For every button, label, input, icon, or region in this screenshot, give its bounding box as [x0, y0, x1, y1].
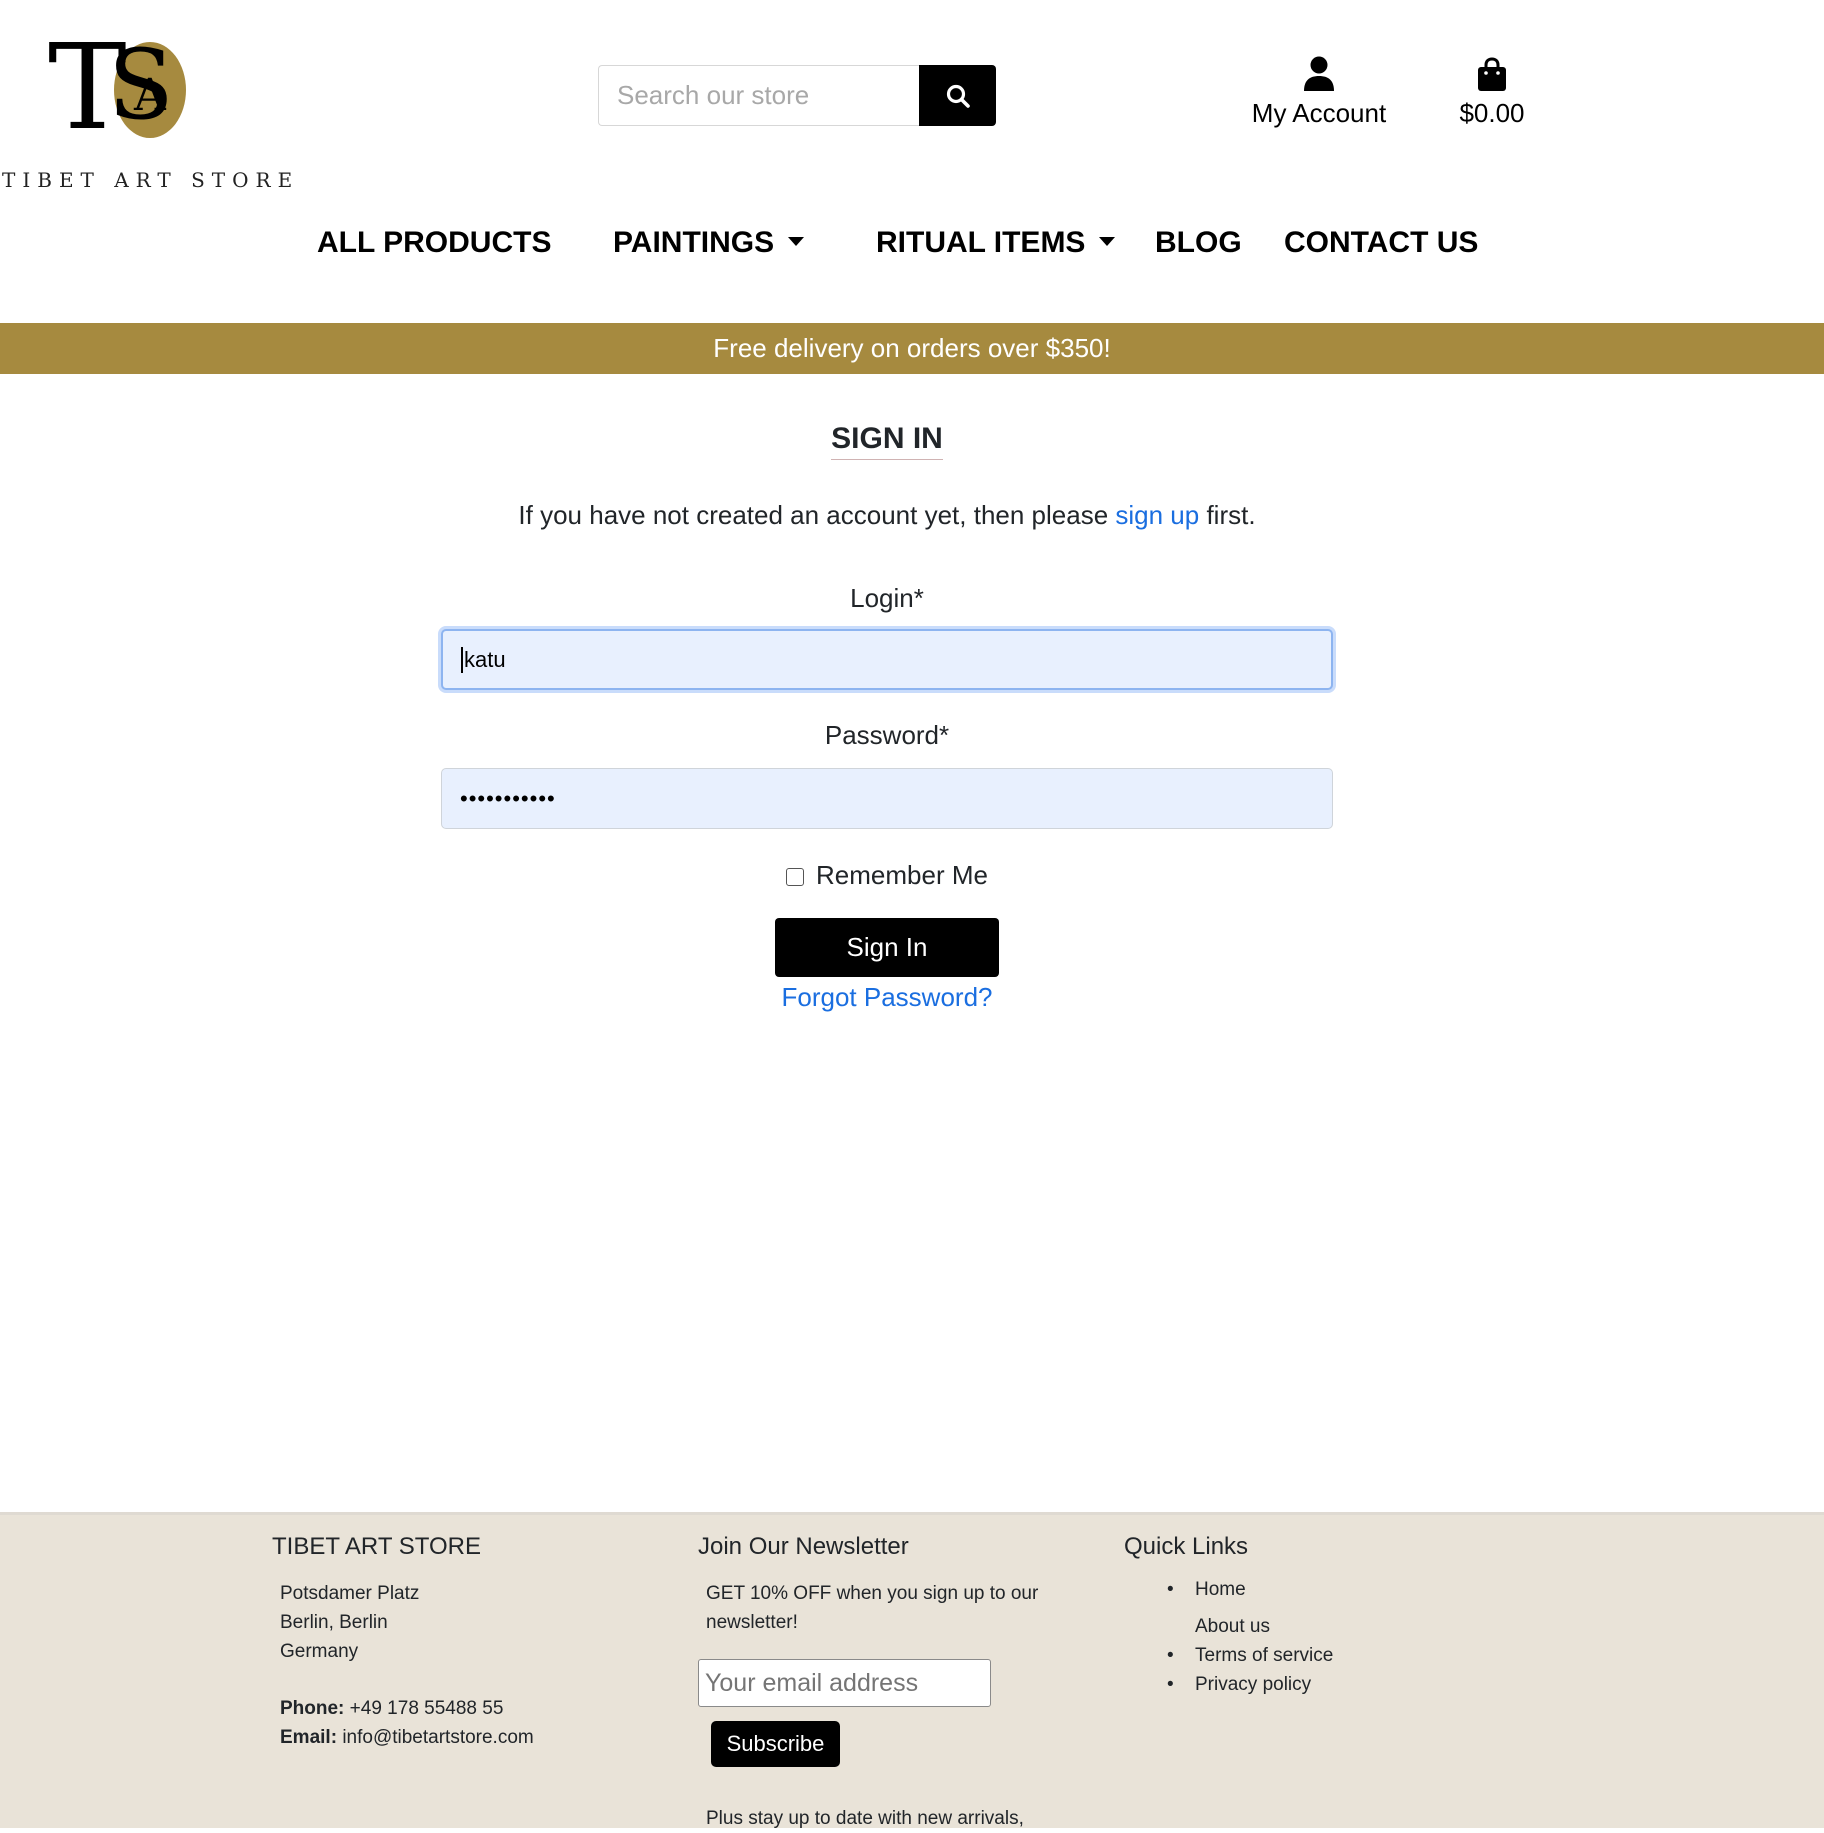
- nav-all-products[interactable]: ALL PRODUCTS: [317, 226, 551, 260]
- search-bar: [598, 65, 996, 126]
- page-title-wrap: SIGN IN: [0, 422, 1774, 460]
- phone-label: Phone:: [280, 1698, 345, 1719]
- svg-text:A: A: [133, 70, 167, 121]
- main-nav: ALL PRODUCTS PAINTINGS RITUAL ITEMS BLOG…: [0, 226, 1824, 266]
- address-line: Germany: [280, 1641, 359, 1662]
- remember-me-label[interactable]: Remember Me: [816, 860, 988, 890]
- phone-value: +49 178 55488 55: [349, 1698, 504, 1719]
- search-icon: [946, 84, 970, 108]
- store-phone: Phone: +49 178 55488 55: [280, 1694, 534, 1723]
- quick-link-label: Terms of service: [1195, 1645, 1334, 1666]
- logo-wordmark: TIBET ART STORE: [2, 168, 300, 192]
- nav-contact-us-label: CONTACT US: [1284, 226, 1479, 259]
- shopping-bag-link[interactable]: $0.00: [1440, 56, 1544, 129]
- subscribe-button[interactable]: Subscribe: [711, 1721, 840, 1767]
- email-value: info@tibetartstore.com: [342, 1727, 534, 1748]
- search-input[interactable]: [598, 65, 919, 126]
- user-icon: [1304, 56, 1334, 91]
- login-label: Login*: [850, 583, 924, 613]
- quick-link-privacy[interactable]: • Privacy policy: [1167, 1670, 1333, 1699]
- newsletter-title: Join Our Newsletter: [698, 1533, 909, 1560]
- cart-total: $0.00: [1459, 98, 1525, 128]
- store-logo[interactable]: T S A TIBET ART STORE: [0, 28, 292, 192]
- page-title: SIGN IN: [831, 422, 943, 460]
- footer-store-title: TIBET ART STORE: [272, 1533, 481, 1560]
- signup-prompt-after: first.: [1199, 500, 1256, 530]
- site-footer: TIBET ART STORE Potsdamer Platz Berlin, …: [0, 1512, 1824, 1829]
- nav-blog[interactable]: BLOG: [1155, 226, 1242, 260]
- quick-links-list: • Home About us • Terms of service • Privac…: [1167, 1575, 1334, 1699]
- quick-links-title: Quick Links: [1124, 1533, 1249, 1560]
- nav-contact-us[interactable]: CONTACT US: [1284, 226, 1478, 260]
- quick-link-label: Privacy policy: [1195, 1674, 1312, 1695]
- delivery-banner: Free delivery on orders over $350!: [0, 323, 1824, 374]
- email-label: Email:: [280, 1727, 338, 1748]
- caret-down-icon: [1099, 237, 1116, 246]
- newsletter-more-text: Plus stay up to date with new arrivals,: [706, 1808, 1024, 1829]
- text-cursor: [461, 646, 463, 673]
- address-line: Potsdamer Platz: [280, 1583, 420, 1604]
- store-email: Email: info@tibetartstore.com: [280, 1723, 534, 1752]
- logo-monogram: T S A: [48, 28, 186, 140]
- password-input[interactable]: •••••••••••: [441, 768, 1333, 829]
- login-input[interactable]: katu: [441, 629, 1333, 690]
- signup-prompt-before: If you have not created an account yet, …: [518, 500, 1116, 530]
- search-button[interactable]: [919, 65, 996, 126]
- login-value: katu: [464, 646, 506, 672]
- password-label: Password*: [824, 720, 950, 750]
- store-address: Potsdamer Platz Berlin, Berlin Germany P…: [280, 1579, 534, 1752]
- quick-link-label: Home: [1195, 1579, 1246, 1600]
- remember-me: Remember Me: [0, 860, 1774, 891]
- caret-down-icon: [788, 237, 805, 246]
- quick-link-home[interactable]: • Home: [1167, 1575, 1333, 1604]
- sign-up-link[interactable]: sign up: [1115, 500, 1199, 530]
- sign-in-button[interactable]: Sign In: [775, 918, 999, 977]
- nav-ritual-items[interactable]: RITUAL ITEMS: [876, 226, 1116, 260]
- nav-paintings-label: PAINTINGS: [613, 226, 775, 259]
- nav-ritual-items-label: RITUAL ITEMS: [876, 226, 1086, 259]
- forgot-password-wrap: Forgot Password?: [0, 982, 1774, 1013]
- remember-me-checkbox[interactable]: [786, 868, 805, 886]
- nav-blog-label: BLOG: [1155, 226, 1242, 259]
- bullet: •: [1167, 1645, 1174, 1666]
- nav-all-products-label: ALL PRODUCTS: [317, 226, 552, 259]
- address-line: Berlin, Berlin: [280, 1612, 388, 1633]
- newsletter-text: GET 10% OFF when you sign up to our news…: [706, 1583, 1039, 1633]
- my-account-link[interactable]: My Account: [1244, 56, 1394, 129]
- my-account-label: My Account: [1251, 98, 1387, 128]
- password-value: •••••••••••: [460, 785, 556, 811]
- newsletter-email-input[interactable]: [698, 1659, 991, 1707]
- shopping-bag-icon: [1478, 57, 1506, 91]
- quick-link-label: About us: [1195, 1616, 1270, 1637]
- nav-paintings[interactable]: PAINTINGS: [613, 226, 805, 260]
- bullet: •: [1167, 1579, 1174, 1600]
- forgot-password-link[interactable]: Forgot Password?: [782, 982, 993, 1012]
- quick-link-about[interactable]: About us: [1195, 1612, 1333, 1641]
- signup-prompt: If you have not created an account yet, …: [0, 500, 1774, 531]
- quick-link-terms[interactable]: • Terms of service: [1167, 1641, 1334, 1670]
- bullet: •: [1167, 1674, 1174, 1695]
